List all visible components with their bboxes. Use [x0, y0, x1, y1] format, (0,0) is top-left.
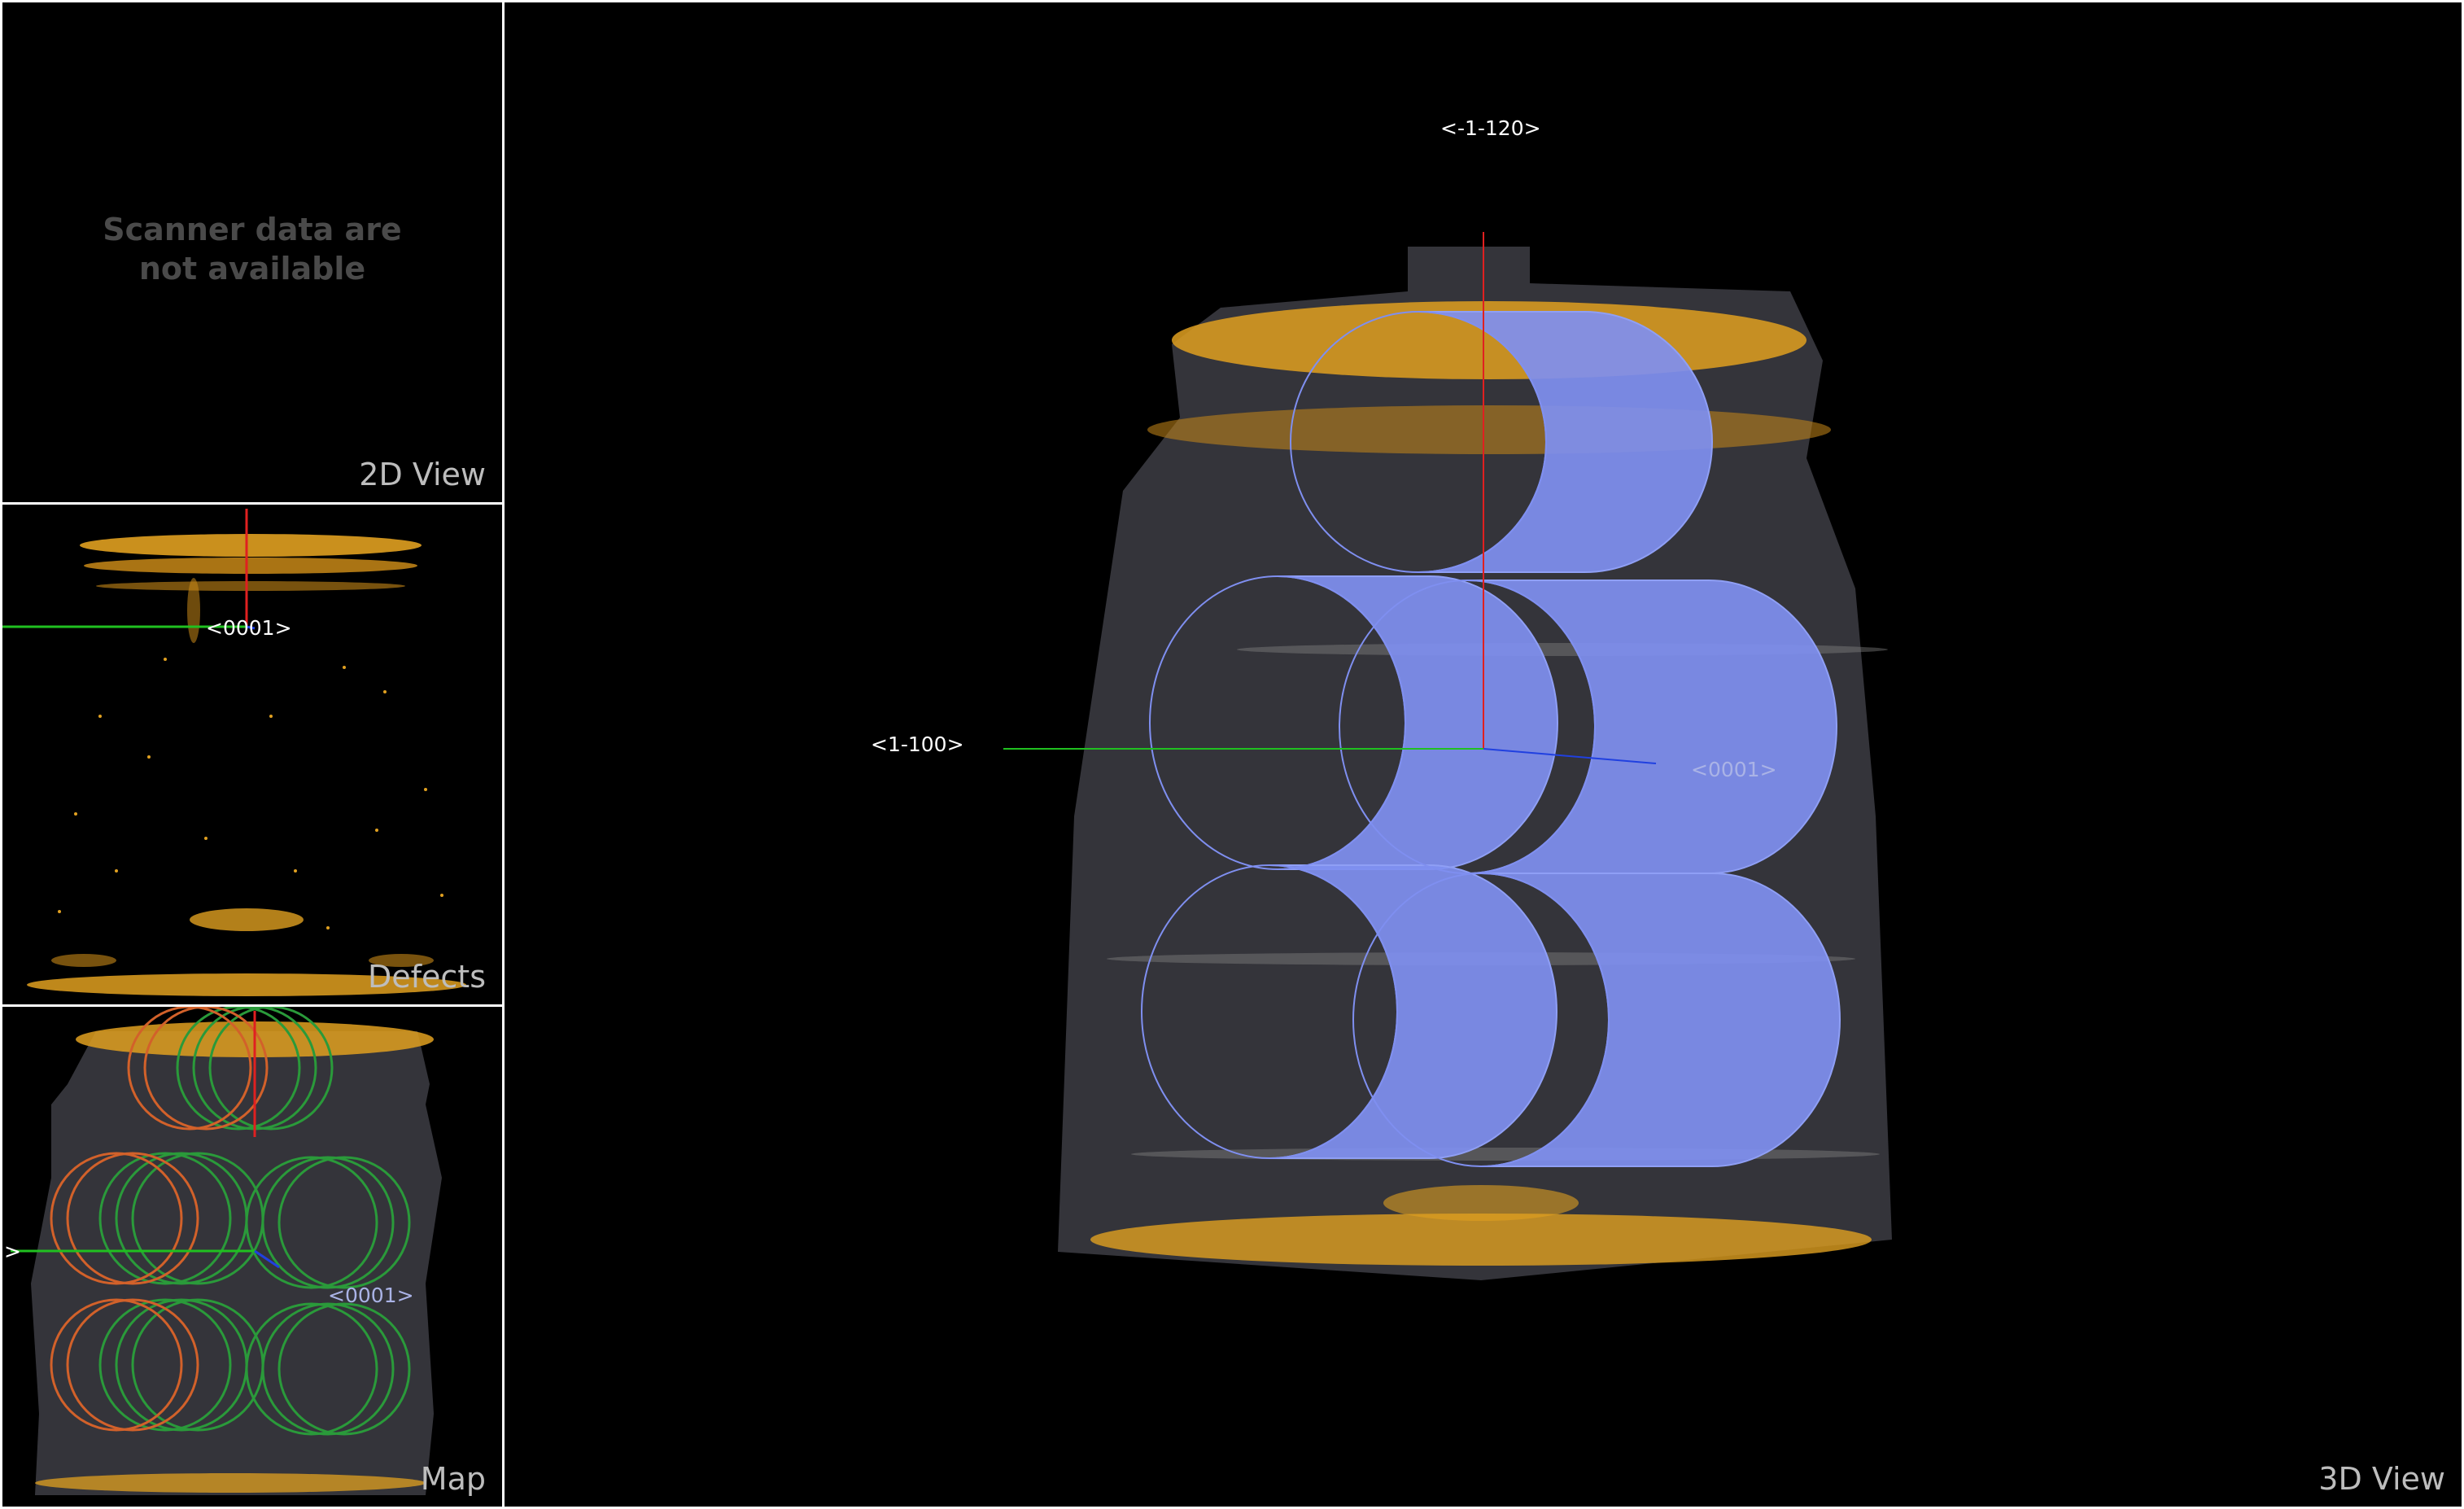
map-canvas[interactable]: [2, 1007, 505, 1509]
panel-defects[interactable]: <0001> Defects: [0, 502, 505, 1007]
viewer-window: Scanner data are not available 2D View <…: [0, 0, 2464, 1509]
no-scanner-data-message: Scanner data are not available: [103, 212, 402, 286]
axis-label-left: <1-100>: [871, 733, 964, 756]
panel-title-3d-view: 3D View: [2318, 1461, 2445, 1497]
defects-canvas[interactable]: [2, 505, 505, 1007]
panel-title-map: Map: [420, 1461, 486, 1497]
panel-title-2d-view: 2D View: [359, 457, 486, 492]
panel-map[interactable]: > <0001> Map: [0, 1004, 505, 1509]
panel-3d-view[interactable]: <-1-120> <1-100> <0001> 3D View: [502, 0, 2464, 1509]
defects-marker-label: <0001>: [206, 616, 292, 640]
panel-2d-view[interactable]: Scanner data are not available 2D View: [0, 0, 505, 505]
map-marker-label: <0001>: [328, 1284, 414, 1307]
panel-title-defects: Defects: [368, 959, 486, 995]
marker-label-3d: <0001>: [1691, 758, 1777, 781]
scene-3d-canvas[interactable]: [505, 2, 2464, 1509]
map-axis-label: >: [4, 1240, 21, 1263]
axis-label-top: <-1-120>: [1440, 116, 1541, 140]
